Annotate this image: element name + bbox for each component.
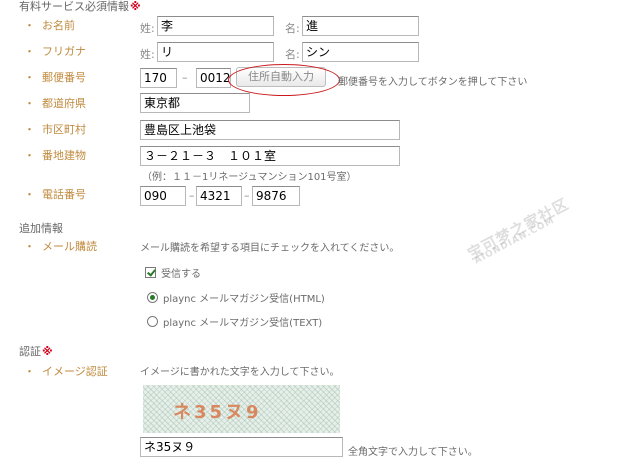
newsletter-radio-html[interactable]: plaync メールマガジン受信(HTML) <box>147 290 325 305</box>
prefecture-label: ・都道府県 <box>24 97 86 110</box>
phone-part1-input[interactable]: 090 <box>140 186 186 206</box>
name-sei-label: 姓: <box>140 22 155 35</box>
captcha-image: ネ35ヌ9 <box>143 385 340 433</box>
name-label: ・お名前 <box>24 19 75 32</box>
highlight-circle <box>228 64 340 96</box>
name-mei-label: 名: <box>285 22 300 35</box>
address-example: （例：１１－1リネージュマンション101号室） <box>142 172 357 183</box>
name-label-text: お名前 <box>42 19 75 32</box>
radio-selected-icon[interactable] <box>147 292 158 303</box>
radio-html-label: plaync メールマガジン受信(HTML) <box>163 294 325 305</box>
image-auth-description: イメージに書かれた文字を入力して下さい。 <box>140 367 340 378</box>
checkbox-label: 受信する <box>161 269 201 280</box>
postal-label-text: 郵便番号 <box>42 71 86 84</box>
postal-dash: – <box>182 71 188 84</box>
newsletter-checkbox[interactable]: 受信する <box>145 265 201 280</box>
city-input[interactable]: 豊島区上池袋 <box>140 120 400 140</box>
auth-section-title: 認証※ <box>19 343 53 359</box>
address-input[interactable]: ３－２１－３ １０１室 <box>140 146 400 166</box>
name-sei-input[interactable]: 李 <box>157 16 274 36</box>
phone-part3-input[interactable]: 9876 <box>252 186 300 206</box>
postal-part2-input[interactable]: 0012 <box>196 68 231 88</box>
address-label: ・番地建物 <box>24 149 86 162</box>
furigana-sei-label: 姓: <box>140 48 155 61</box>
captcha-text: ネ35ヌ9 <box>173 402 262 423</box>
required-mark: ※ <box>130 0 141 13</box>
furigana-label-text: フリガナ <box>42 45 86 58</box>
furigana-mei-input[interactable]: シン <box>302 42 419 62</box>
furigana-label: ・フリガナ <box>24 45 86 58</box>
captcha-hint: 全角文字で入力して下さい。 <box>348 447 478 458</box>
postal-part1-input[interactable]: 170 <box>140 68 177 88</box>
radio-unselected-icon[interactable] <box>147 316 158 327</box>
city-label-text: 市区町村 <box>42 123 86 136</box>
phone-dash-2: – <box>244 189 250 202</box>
newsletter-label: ・メール購読 <box>24 240 97 253</box>
postal-hint: 郵便番号を入力してボタンを押して下さい <box>338 77 528 88</box>
image-auth-label: ・イメージ認証 <box>24 365 108 378</box>
newsletter-radio-text[interactable]: plaync メールマガジン受信(TEXT) <box>147 314 322 329</box>
radio-text-label: plaync メールマガジン受信(TEXT) <box>163 318 323 329</box>
furigana-sei-input[interactable]: リ <box>157 42 274 62</box>
checkbox-checked-icon[interactable] <box>145 267 156 278</box>
prefecture-input[interactable]: 東京都 <box>140 93 250 113</box>
phone-label-text: 電話番号 <box>42 188 86 201</box>
phone-dash-1: – <box>189 189 195 202</box>
image-auth-label-text: イメージ認証 <box>42 365 108 378</box>
furigana-mei-label: 名: <box>285 48 300 61</box>
captcha-input[interactable]: ネ35ヌ９ <box>140 437 343 457</box>
auth-title-text: 認証 <box>19 345 41 358</box>
address-label-text: 番地建物 <box>42 149 86 162</box>
required-section-title: 有料サービス必須情報※ <box>19 0 141 14</box>
section-title-text: 有料サービス必須情報 <box>19 0 129 13</box>
auth-required-mark: ※ <box>42 345 53 358</box>
newsletter-label-text: メール購読 <box>42 240 97 253</box>
phone-part2-input[interactable]: 4321 <box>196 186 242 206</box>
postal-label: ・郵便番号 <box>24 71 86 84</box>
prefecture-label-text: 都道府県 <box>42 97 86 110</box>
additional-section-title: 追加情報 <box>19 222 63 235</box>
newsletter-description: メール購読を希望する項目にチェックを入れてください。 <box>140 243 400 254</box>
phone-label: ・電話番号 <box>24 188 86 201</box>
name-mei-input[interactable]: 進 <box>302 16 419 36</box>
city-label: ・市区町村 <box>24 123 86 136</box>
